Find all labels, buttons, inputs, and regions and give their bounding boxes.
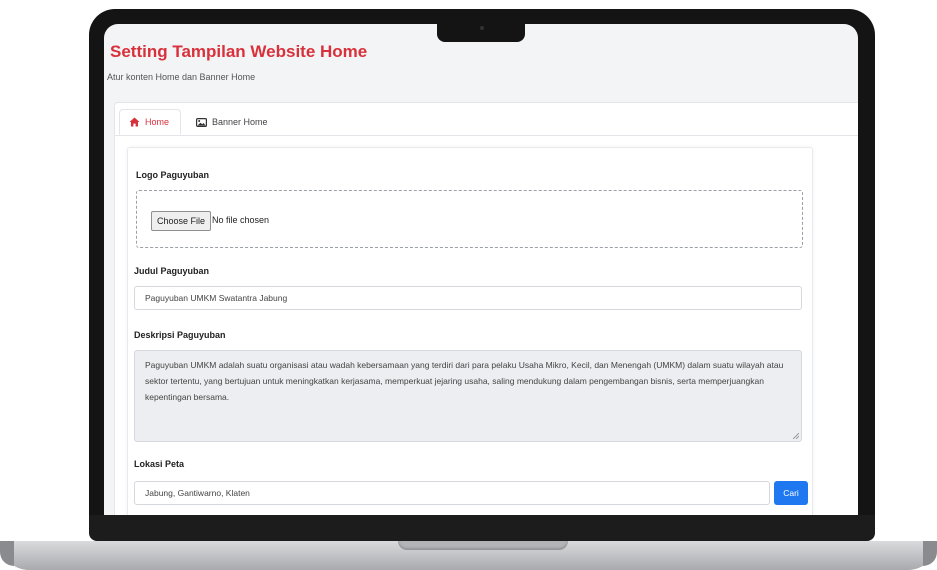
tab-home[interactable]: Home [119, 109, 181, 135]
choose-file-button[interactable]: Choose File [151, 211, 212, 231]
home-icon [129, 117, 140, 127]
screen: Setting Tampilan Website Home Atur konte… [104, 24, 858, 515]
tab-bar: Home Banner Home [115, 103, 858, 136]
tab-banner-home-label: Banner Home [212, 117, 268, 127]
laptop-base-right-cap [923, 541, 937, 566]
logo-dropzone[interactable]: Choose File No file chosen [136, 190, 803, 248]
lokasi-input[interactable]: Jabung, Gantiwarno, Klaten [134, 481, 770, 505]
camera-notch [437, 20, 525, 42]
tab-banner-home[interactable]: Banner Home [187, 109, 277, 135]
page-subtitle: Atur konten Home dan Banner Home [107, 72, 256, 82]
logo-label: Logo Paguyuban [136, 170, 209, 180]
deskripsi-label: Deskripsi Paguyuban [134, 330, 226, 340]
lokasi-label: Lokasi Peta [134, 459, 185, 469]
judul-input[interactable]: Paguyuban UMKM Swatantra Jabung [134, 286, 802, 310]
laptop-base-groove [398, 541, 568, 550]
laptop-base-left-cap [0, 541, 14, 566]
tab-home-label: Home [145, 117, 170, 127]
settings-card: Home Banner Home Logo Paguyuban Choose F… [114, 102, 858, 515]
camera-icon [480, 26, 484, 30]
judul-label: Judul Paguyuban [134, 266, 210, 276]
cari-button[interactable]: Cari [774, 481, 808, 505]
page-title: Setting Tampilan Website Home [110, 42, 368, 61]
image-icon [196, 117, 207, 127]
resize-handle-icon[interactable] [793, 433, 799, 439]
file-status: No file chosen [212, 215, 270, 225]
deskripsi-text: Paguyuban UMKM adalah suatu organisasi a… [145, 360, 784, 402]
deskripsi-textarea[interactable]: Paguyuban UMKM adalah suatu organisasi a… [134, 350, 802, 442]
laptop-bezel-bottom [89, 515, 875, 541]
home-form: Logo Paguyuban Choose File No file chose… [127, 147, 813, 515]
